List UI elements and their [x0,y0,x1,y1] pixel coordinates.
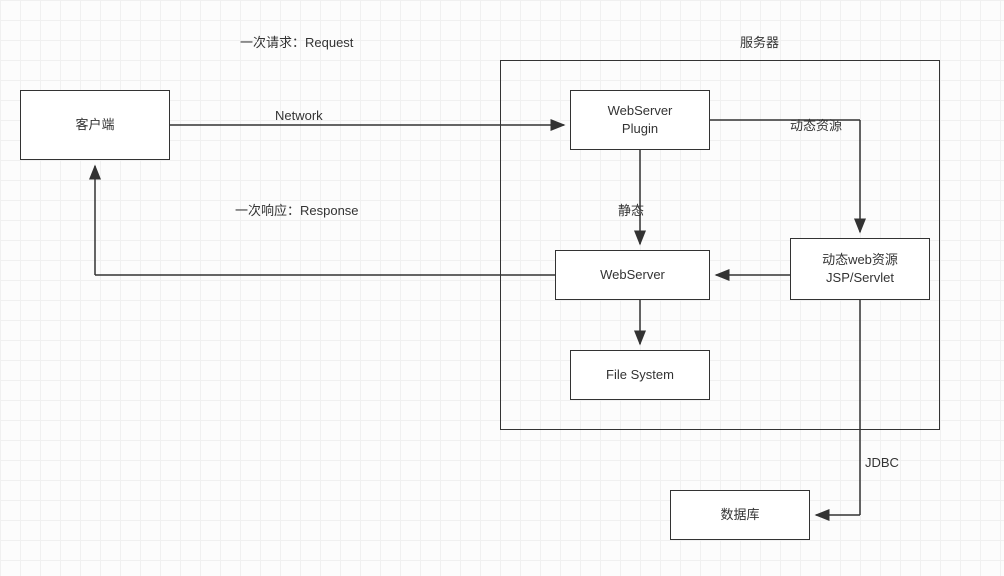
webserver-label: WebServer [600,266,665,284]
database-label: 数据库 [720,506,759,524]
webserver-box: WebServer [555,250,710,300]
dynamic-label: 动态资源 [790,115,842,134]
dynamic-resource-label: 动态web资源 JSP/Servlet [822,251,898,287]
webserver-plugin-box: WebServer Plugin [570,90,710,150]
dynamic-resource-box: 动态web资源 JSP/Servlet [790,238,930,300]
client-box: 客户端 [20,90,170,160]
response-label: 一次响应：Response [235,200,359,219]
server-title: 服务器 [740,32,779,51]
filesystem-label: File System [606,366,674,384]
database-box: 数据库 [670,490,810,540]
jdbc-label: JDBC [865,455,899,470]
static-label: 静态 [618,200,644,219]
network-label: Network [275,108,323,123]
request-label: 一次请求：Request [240,32,353,51]
client-label: 客户端 [75,116,114,134]
filesystem-box: File System [570,350,710,400]
webserver-plugin-label: WebServer Plugin [608,102,673,138]
